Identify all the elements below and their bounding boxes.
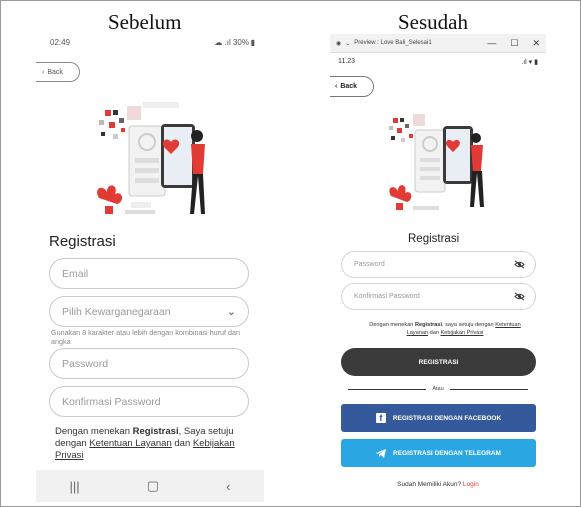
back-label: Back (47, 68, 63, 76)
status-indicators: .ıl ▾ ▮ (521, 59, 538, 66)
email-placeholder: Email (62, 267, 89, 280)
terms-and: dan (428, 330, 441, 336)
terms-prefix: Dengan menekan (369, 322, 415, 328)
window-controls: — ☐ ✕ (487, 38, 540, 49)
confirm-password-field[interactable]: Konfirmasi Password (341, 283, 536, 310)
confirm-password-placeholder: Konfirmasi Password (354, 293, 420, 300)
password-field[interactable]: Password (49, 348, 249, 379)
chevron-left-icon: ‹ (335, 83, 338, 90)
terms-of-service-link[interactable]: Ketentuan Layanan (89, 438, 171, 449)
android-nav-bar: ||| ▢ ‹ (36, 470, 264, 502)
email-field[interactable]: Email (49, 258, 249, 289)
registration-illustration (389, 114, 484, 210)
password-field[interactable]: Password (341, 251, 536, 278)
confirm-password-placeholder: Konfirmasi Password (62, 395, 161, 408)
terms-text: Dengan menekan Registrasi, saya setuju d… (360, 321, 530, 337)
or-divider: Atau (348, 384, 529, 394)
caption-after: Sesudah (398, 10, 468, 34)
minimize-icon[interactable]: — (487, 38, 496, 49)
terms-bold: Registrasi (132, 426, 179, 437)
phone-before: 02:49 ☁ .ıl 30% ▮ ‹ Back Registrasi Emai… (36, 32, 264, 502)
password-hint: Gunakan 8 karakter atau lebih dengan kom… (51, 328, 240, 346)
nav-back-icon[interactable]: ‹ (226, 479, 230, 494)
status-time: 11.23 (338, 58, 355, 65)
phone-after: ◉ ⌄ Preview : Love Bali_Selesai1 — ☐ ✕ 1… (330, 34, 546, 502)
chevron-down-icon[interactable]: ⌄ (345, 40, 350, 47)
nationality-placeholder: Pilih Kewarganegaraan (62, 305, 171, 318)
maximize-icon[interactable]: ☐ (510, 38, 518, 49)
login-prompt: Sudah Memiliki Akun? Login (330, 481, 546, 488)
telegram-button-label: REGISTRASI DENGAN TELEGRAM (393, 449, 501, 457)
register-telegram-button[interactable]: REGISTRASI DENGAN TELEGRAM (341, 439, 536, 467)
app-icon: ◉ (336, 40, 342, 47)
status-bar: 11.23 .ıl ▾ ▮ (338, 58, 538, 66)
page-title: Registrasi (408, 233, 460, 245)
registration-illustration (97, 102, 205, 214)
chevron-left-icon: ‹ (42, 68, 45, 76)
divider-line-left (348, 388, 427, 390)
password-placeholder: Password (354, 261, 385, 268)
divider-label: Atau (432, 386, 444, 392)
window-title: Preview : Love Bali_Selesai1 (354, 40, 432, 46)
terms-prefix: Dengan menekan (55, 426, 133, 437)
terms-bold: Registrasi (414, 322, 443, 328)
divider-line-right (449, 388, 529, 390)
chevron-down-icon: ⌄ (226, 306, 236, 318)
status-time: 02:49 (50, 38, 71, 47)
login-prompt-text: Sudah Memiliki Akun? (397, 481, 463, 488)
page-title: Registrasi (49, 233, 116, 250)
back-label: Back (340, 83, 358, 90)
home-icon[interactable]: ▢ (147, 478, 159, 494)
register-facebook-button[interactable]: f REGISTRASI DENGAN FACEBOOK (341, 404, 536, 432)
back-button[interactable]: ‹ Back (330, 76, 374, 97)
password-placeholder: Password (62, 357, 109, 370)
eye-off-icon[interactable] (514, 292, 525, 301)
preview-window-bar: ◉ ⌄ Preview : Love Bali_Selesai1 — ☐ ✕ (330, 34, 546, 53)
facebook-button-label: REGISTRASI DENGAN FACEBOOK (392, 414, 502, 422)
telegram-icon (376, 448, 386, 458)
close-icon[interactable]: ✕ (532, 38, 540, 49)
back-button[interactable]: ‹ Back (36, 62, 80, 82)
privacy-policy-link[interactable]: Kebijakan Privasi (441, 330, 484, 336)
status-bar: 02:49 ☁ .ıl 30% ▮ (50, 38, 255, 47)
register-button[interactable]: REGISTRASI (341, 348, 536, 376)
terms-and: dan (171, 438, 193, 449)
terms-mid: , saya setuju dengan (442, 322, 496, 328)
confirm-password-field[interactable]: Konfirmasi Password (49, 386, 249, 417)
recents-icon[interactable]: ||| (70, 479, 80, 494)
facebook-icon: f (375, 413, 386, 423)
eye-off-icon[interactable] (514, 260, 525, 269)
login-link[interactable]: Login (463, 481, 479, 488)
nationality-select[interactable]: Pilih Kewarganegaraan ⌄ (49, 296, 249, 327)
terms-text: Dengan menekan Registrasi, Saya setuju d… (55, 426, 265, 462)
status-indicators: ☁ .ıl 30% ▮ (214, 38, 255, 47)
